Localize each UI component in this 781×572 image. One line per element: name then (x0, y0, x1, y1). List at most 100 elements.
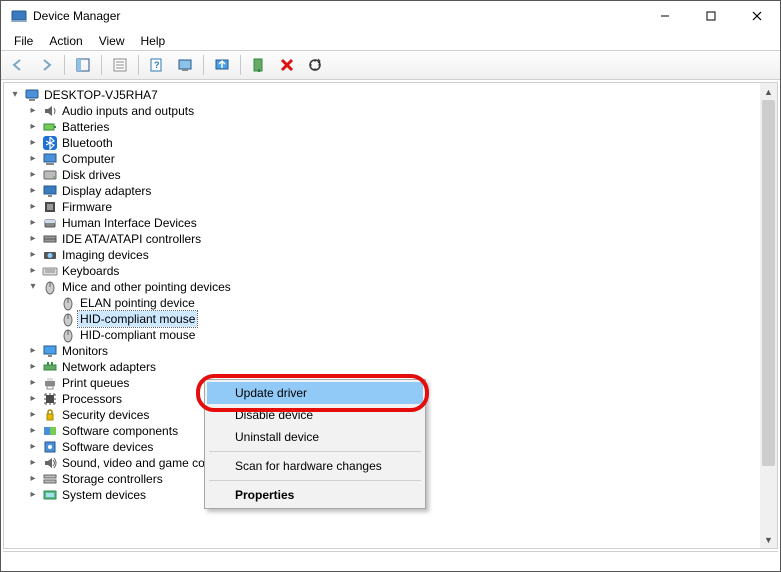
keyboard-icon (42, 263, 58, 279)
expand-collapse-chevron-icon[interactable]: ▸ (26, 487, 40, 503)
expand-collapse-chevron-icon[interactable]: ▸ (26, 183, 40, 199)
expand-collapse-chevron-icon[interactable]: ▸ (26, 455, 40, 471)
context-menu-scan-for-hardware-changes[interactable]: Scan for hardware changes (207, 455, 423, 477)
toolbar-separator (101, 55, 102, 75)
expand-collapse-chevron-icon[interactable]: ▸ (26, 215, 40, 231)
computer-icon (42, 151, 58, 167)
tree-item-disk-drives[interactable]: ▸Disk drives (8, 167, 777, 183)
close-button[interactable] (734, 1, 780, 31)
tree-item-computer[interactable]: ▸ Computer (8, 151, 777, 167)
tree-item-keyboards[interactable]: ▸ Keyboards (8, 263, 777, 279)
expand-collapse-chevron-icon[interactable]: ▸ (26, 407, 40, 423)
window-controls (642, 1, 780, 31)
pc-icon (24, 87, 40, 103)
context-menu[interactable]: Update driverDisable deviceUninstall dev… (204, 379, 426, 509)
expand-collapse-chevron-icon[interactable]: ▸ (26, 439, 40, 455)
expand-collapse-chevron-icon[interactable]: ▸ (26, 199, 40, 215)
expand-collapse-chevron-icon[interactable]: ▸ (26, 119, 40, 135)
toolbar-separator (64, 55, 65, 75)
tree-item-human-interface-devices[interactable]: ▸Human Interface Devices (8, 215, 777, 231)
scroll-up-button[interactable]: ▲ (760, 83, 777, 100)
back-button[interactable] (5, 53, 31, 77)
minimize-button[interactable] (642, 1, 688, 31)
menu-file[interactable]: File (7, 33, 40, 49)
context-menu-properties[interactable]: Properties (207, 484, 423, 506)
tree-item-label: Display adapters (60, 183, 153, 199)
mouse-icon (60, 295, 76, 311)
expand-collapse-chevron-icon[interactable]: ▸ (26, 151, 40, 167)
expand-collapse-chevron-icon[interactable]: ▸ (26, 391, 40, 407)
software-dev-icon (42, 439, 58, 455)
monitor-icon (42, 343, 58, 359)
tree-item-label: Processors (60, 391, 124, 407)
context-menu-update-driver[interactable]: Update driver (207, 382, 423, 404)
tree-item-hid-compliant-mouse[interactable]: HID-compliant mouse (8, 327, 777, 343)
help-button[interactable]: ? (144, 53, 170, 77)
tree-item-elan-pointing-device[interactable]: ELAN pointing device (8, 295, 777, 311)
menu-view[interactable]: View (92, 33, 132, 49)
properties-button[interactable] (107, 53, 133, 77)
expand-collapse-chevron-icon[interactable]: ▸ (26, 375, 40, 391)
statusbar (3, 551, 778, 569)
tree-item-display-adapters[interactable]: ▸ Display adapters (8, 183, 777, 199)
expand-collapse-chevron-icon[interactable]: ▸ (26, 135, 40, 151)
tree-item-label: Audio inputs and outputs (60, 103, 196, 119)
menu-action[interactable]: Action (42, 33, 89, 49)
show-hide-console-tree-button[interactable] (70, 53, 96, 77)
sound-icon (42, 455, 58, 471)
expand-collapse-chevron-icon[interactable]: ▸ (26, 359, 40, 375)
expand-collapse-chevron-icon[interactable]: ▸ (26, 343, 40, 359)
context-menu-uninstall-device[interactable]: Uninstall device (207, 426, 423, 448)
menu-help[interactable]: Help (134, 33, 173, 49)
tree-item-monitors[interactable]: ▸Monitors (8, 343, 777, 359)
disk-icon (42, 167, 58, 183)
tree-item-mice-and-other-pointing-devices[interactable]: ▾Mice and other pointing devices (8, 279, 777, 295)
software-comp-icon (42, 423, 58, 439)
context-menu-separator (209, 451, 421, 452)
tree-item-label: ELAN pointing device (78, 295, 197, 311)
enable-device-button[interactable] (246, 53, 272, 77)
expand-collapse-chevron-icon[interactable]: ▾ (26, 279, 40, 295)
scan-hardware-button[interactable] (302, 53, 328, 77)
uninstall-device-button[interactable] (274, 53, 300, 77)
expand-collapse-chevron-icon[interactable]: ▸ (26, 247, 40, 263)
tree-item-network-adapters[interactable]: ▸Network adapters (8, 359, 777, 375)
tree-item-label: Software components (60, 423, 180, 439)
bluetooth-icon (42, 135, 58, 151)
tree-item-label: Keyboards (60, 263, 121, 279)
expand-collapse-chevron-icon[interactable]: ▾ (8, 87, 22, 103)
update-driver-button[interactable] (209, 53, 235, 77)
scroll-down-button[interactable]: ▼ (760, 531, 777, 548)
tree-item-audio-inputs-and-outputs[interactable]: ▸ Audio inputs and outputs (8, 103, 777, 119)
toolbar-separator (203, 55, 204, 75)
expand-collapse-chevron-icon[interactable]: ▸ (26, 423, 40, 439)
vertical-scrollbar[interactable]: ▲ ▼ (760, 83, 777, 548)
expand-collapse-chevron-icon[interactable]: ▸ (26, 103, 40, 119)
security-icon (42, 407, 58, 423)
scroll-thumb[interactable] (762, 100, 775, 466)
tree-root[interactable]: ▾ DESKTOP-VJ5RHA7 (8, 87, 777, 103)
expand-collapse-chevron-icon[interactable]: ▸ (26, 231, 40, 247)
maximize-button[interactable] (688, 1, 734, 31)
tree-item-label: DESKTOP-VJ5RHA7 (42, 87, 160, 103)
tree-item-bluetooth[interactable]: ▸Bluetooth (8, 135, 777, 151)
firmware-icon (42, 199, 58, 215)
tree-item-label: Batteries (60, 119, 111, 135)
expand-collapse-chevron-icon[interactable]: ▸ (26, 471, 40, 487)
tree-item-batteries[interactable]: ▸ Batteries (8, 119, 777, 135)
tree-item-ide-ata-atapi-controllers[interactable]: ▸IDE ATA/ATAPI controllers (8, 231, 777, 247)
tree-item-label: Security devices (60, 407, 151, 423)
forward-button[interactable] (33, 53, 59, 77)
tree-item-hid-compliant-mouse[interactable]: HID-compliant mouse (8, 311, 777, 327)
expand-collapse-chevron-icon[interactable]: ▸ (26, 167, 40, 183)
battery-icon (42, 119, 58, 135)
tree-item-label: Computer (60, 151, 117, 167)
titlebar: Device Manager (1, 1, 780, 31)
tree-item-firmware[interactable]: ▸Firmware (8, 199, 777, 215)
action-button[interactable] (172, 53, 198, 77)
scroll-track[interactable] (760, 100, 777, 531)
tree-item-label: HID-compliant mouse (78, 327, 197, 343)
tree-item-imaging-devices[interactable]: ▸Imaging devices (8, 247, 777, 263)
context-menu-disable-device[interactable]: Disable device (207, 404, 423, 426)
expand-collapse-chevron-icon[interactable]: ▸ (26, 263, 40, 279)
